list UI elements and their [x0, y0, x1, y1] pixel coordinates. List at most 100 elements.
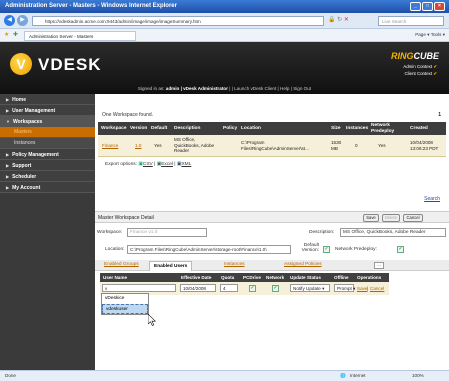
column-header[interactable]: PCDrive	[243, 273, 261, 282]
favorites-star-icon[interactable]: ★	[4, 31, 9, 38]
network-predeploy-checkbox[interactable]: ✓	[397, 246, 404, 253]
row-save-link[interactable]: Save	[357, 286, 367, 291]
sidebar-item-user-management[interactable]: ▶ User Management	[0, 105, 95, 116]
sidebar-item-workspaces[interactable]: ▼ Workspaces	[0, 116, 95, 127]
sidebar-item-my-account[interactable]: ▶ My Account	[0, 182, 95, 193]
instances-value: 0	[355, 143, 358, 148]
sidebar-item-policy-management[interactable]: ▶ Policy Management	[0, 149, 95, 160]
sidebar-item-label: User Management	[12, 108, 56, 114]
close-button[interactable]: ×	[434, 2, 445, 11]
tab-label: Administration Server - Masters	[29, 34, 94, 39]
update-status-select[interactable]: Notify Update ▾	[290, 284, 330, 292]
tab-assigned-policies[interactable]: Assigned Policies	[284, 262, 322, 267]
column-header[interactable]: Size	[331, 122, 341, 135]
signed-in-prefix: Signed in as:	[137, 86, 165, 91]
sidebar-item-instances[interactable]: Instances	[0, 138, 95, 149]
cancel-button[interactable]: Cancel	[403, 214, 423, 222]
search-input[interactable]: Live Search	[378, 16, 444, 26]
brand-right: CUBE	[413, 51, 439, 61]
column-header[interactable]: Instances	[346, 122, 368, 135]
more-button[interactable]: ...	[374, 262, 384, 269]
sidebar-item-scheduler[interactable]: ▶ Scheduler	[0, 171, 95, 182]
workspace-link[interactable]: Finance	[102, 143, 118, 149]
minimize-button[interactable]: _	[410, 2, 421, 11]
column-header[interactable]: Offline	[334, 273, 349, 282]
delete-button[interactable]: Delete	[382, 214, 400, 222]
tab-enabled-groups[interactable]: Enabled Groups	[104, 262, 139, 267]
network-checkbox[interactable]: ✓	[272, 285, 279, 292]
vdesk-logo-text: VDESK	[38, 55, 102, 74]
signed-in-user: admin | vDesk Administrator	[165, 86, 228, 91]
column-header[interactable]: Workspace	[101, 122, 127, 135]
page-number[interactable]: 1	[438, 112, 441, 118]
export-label: Export options:	[105, 162, 137, 167]
triangle-right-icon: ▶	[6, 163, 10, 168]
export-excel-link[interactable]: Excel	[161, 162, 173, 167]
sidebar-item-masters[interactable]: Masters	[0, 127, 95, 138]
window-titlebar: Administration Server - Masters - Window…	[0, 0, 449, 13]
column-header[interactable]: User Name	[103, 273, 127, 282]
url-input[interactable]: https://vdeskadmin.acme.com:9443/admin/i…	[32, 16, 324, 26]
sidebar-item-label: Support	[12, 163, 32, 169]
check-icon: ✔	[433, 64, 437, 69]
workspace-field[interactable]: Finance v1.0	[127, 228, 207, 237]
zoom-level[interactable]: 100%	[412, 373, 424, 378]
page-tools-menu[interactable]: Page ▾ Tools ▾	[415, 32, 445, 38]
header-links[interactable]: | | Launch vDesk Client | Help | Sign Ou…	[229, 86, 311, 91]
maximize-button[interactable]: □	[422, 2, 433, 11]
default-value: Yes	[154, 143, 162, 148]
triangle-right-icon: ▶	[6, 97, 10, 102]
column-header[interactable]: Update Status	[290, 273, 321, 282]
column-header[interactable]: Created	[410, 122, 428, 135]
sidebar-item-label: Scheduler	[12, 174, 37, 180]
address-bar: ◀ ▶ https://vdeskadmin.acme.com:9443/adm…	[0, 13, 449, 29]
save-button[interactable]: Save	[363, 214, 379, 222]
sidebar-item-label: Home	[12, 97, 26, 103]
browser-tab[interactable]: Administration Server - Masters	[24, 31, 136, 41]
results-count: One Workspace found.	[102, 112, 154, 118]
column-header[interactable]: Description	[174, 122, 200, 135]
column-header[interactable]: Location	[241, 122, 261, 135]
autocomplete-option[interactable]: vdeskuser	[102, 304, 148, 314]
admin-context-link[interactable]: Admin Context ✔	[403, 63, 437, 70]
row-cancel-link[interactable]: Cancel	[370, 286, 384, 291]
status-text: Done	[5, 373, 16, 378]
version-link[interactable]: 1.0	[135, 143, 141, 149]
description-field[interactable]: MS Office, QuickBooks, Adobe Reader	[340, 228, 446, 237]
export-xml-link[interactable]: XML	[181, 162, 191, 167]
username-input[interactable]: v	[102, 284, 176, 292]
column-header[interactable]: Version	[130, 122, 147, 135]
autocomplete-option[interactable]: vDeskice	[102, 294, 148, 304]
client-context-link[interactable]: Client Context ✔	[403, 70, 438, 77]
export-options: Export options: ▣CSV | ▣Excel | ▣XML	[105, 162, 192, 167]
description-label: Description:	[309, 230, 335, 235]
quota-input[interactable]: 4	[220, 284, 238, 292]
url-icons: 🔒 ↻ ✕	[328, 16, 349, 23]
stop-icon[interactable]: ✕	[344, 17, 349, 23]
sidebar-item-support[interactable]: ▶ Support	[0, 160, 95, 171]
forward-icon[interactable]: ▶	[17, 15, 28, 26]
pcdrive-checkbox[interactable]: ✓	[249, 285, 256, 292]
table-row[interactable]: Finance 1.0 Yes MS Office, QuickBooks, A…	[98, 135, 446, 157]
column-header[interactable]: Default	[151, 122, 167, 135]
tab-instances[interactable]: Instances	[224, 262, 245, 267]
back-icon[interactable]: ◀	[4, 15, 15, 26]
offline-select[interactable]: Prompt ▾	[334, 284, 355, 292]
lock-icon[interactable]: 🔒	[328, 17, 335, 23]
default-version-checkbox[interactable]: ✓	[323, 246, 330, 253]
column-header[interactable]: Operations	[357, 273, 381, 282]
add-favorites-icon[interactable]: ✚	[13, 31, 18, 38]
tab-enabled-users[interactable]: Enabled Users	[149, 261, 193, 271]
refresh-icon[interactable]: ↻	[337, 17, 342, 23]
column-header[interactable]: Policy	[223, 122, 237, 135]
location-field[interactable]: C:\Program Files\RingCube\AdminServer\st…	[127, 245, 291, 254]
column-header[interactable]: Effective Date	[181, 273, 211, 282]
status-bar: Done 🌐 Internet 100%	[0, 370, 449, 381]
effective-date-input[interactable]: 10/04/2008	[180, 284, 216, 292]
sidebar-item-home[interactable]: ▶ Home	[0, 94, 95, 105]
export-csv-link[interactable]: CSV	[143, 162, 153, 167]
search-link[interactable]: Search	[424, 196, 440, 202]
column-header[interactable]: Network	[266, 273, 284, 282]
triangle-down-icon: ▼	[6, 119, 10, 124]
column-header[interactable]: Quota	[221, 273, 234, 282]
